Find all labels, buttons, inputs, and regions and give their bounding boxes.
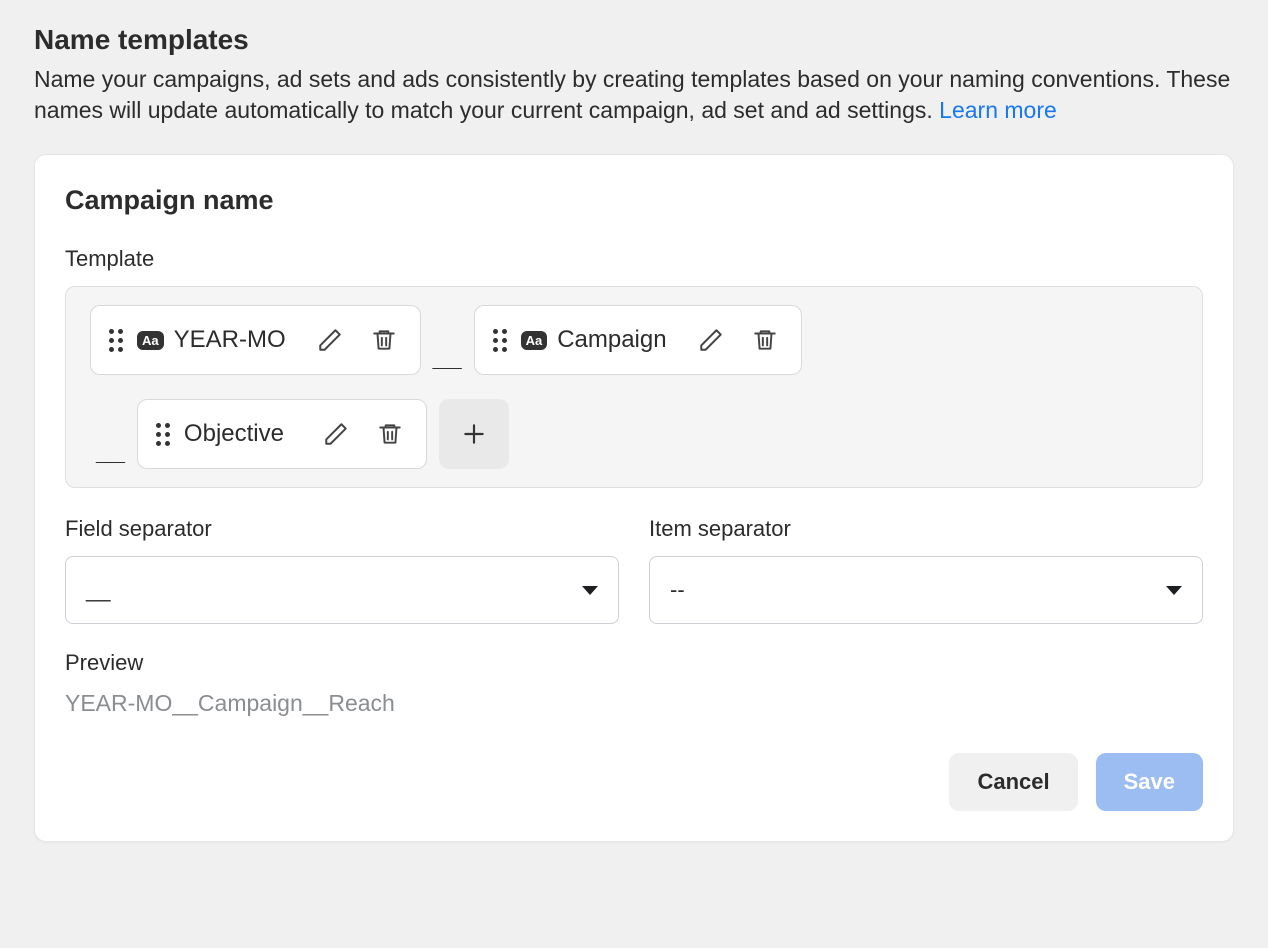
chip-text: YEAR-MO [174, 326, 298, 354]
section-description: Name your campaigns, ad sets and ads con… [34, 64, 1234, 126]
template-builder: Aa YEAR-MO __ Aa Campaign [65, 286, 1203, 488]
add-chip-button[interactable] [439, 399, 509, 469]
trash-icon [377, 421, 403, 447]
pencil-icon [323, 421, 349, 447]
pencil-icon [317, 327, 343, 353]
field-separator-select[interactable]: __ [65, 556, 619, 624]
learn-more-link[interactable]: Learn more [939, 97, 1057, 123]
field-separator-value: __ [86, 577, 110, 603]
plus-icon [461, 421, 487, 447]
trash-icon [371, 327, 397, 353]
text-badge-icon: Aa [137, 331, 164, 350]
chevron-down-icon [1166, 586, 1182, 595]
trash-icon [752, 327, 778, 353]
save-button[interactable]: Save [1096, 753, 1203, 811]
field-separator-label: Field separator [65, 516, 619, 542]
pencil-icon [698, 327, 724, 353]
drag-handle-icon[interactable] [152, 423, 174, 446]
chevron-down-icon [582, 586, 598, 595]
template-chip: Aa Campaign [474, 305, 802, 375]
chip-text: Objective [184, 420, 304, 448]
chip-separator: __ [96, 436, 125, 469]
preview-label: Preview [65, 650, 1203, 676]
chip-text: Campaign [557, 326, 678, 354]
text-badge-icon: Aa [521, 331, 548, 350]
delete-chip-button[interactable] [362, 318, 406, 362]
campaign-name-card: Campaign name Template Aa YEAR-MO _ [34, 154, 1234, 842]
item-separator-select[interactable]: -- [649, 556, 1203, 624]
edit-chip-button[interactable] [314, 412, 358, 456]
card-title: Campaign name [65, 185, 1203, 216]
section-title: Name templates [34, 24, 1234, 56]
cancel-button[interactable]: Cancel [949, 753, 1077, 811]
chip-separator: __ [433, 342, 462, 375]
template-label: Template [65, 246, 1203, 272]
item-separator-label: Item separator [649, 516, 1203, 542]
delete-chip-button[interactable] [368, 412, 412, 456]
drag-handle-icon[interactable] [105, 329, 127, 352]
preview-value: YEAR-MO__Campaign__Reach [65, 690, 1203, 717]
edit-chip-button[interactable] [689, 318, 733, 362]
delete-chip-button[interactable] [743, 318, 787, 362]
item-separator-value: -- [670, 577, 685, 603]
edit-chip-button[interactable] [308, 318, 352, 362]
template-chip: Objective [137, 399, 427, 469]
drag-handle-icon[interactable] [489, 329, 511, 352]
template-chip: Aa YEAR-MO [90, 305, 421, 375]
